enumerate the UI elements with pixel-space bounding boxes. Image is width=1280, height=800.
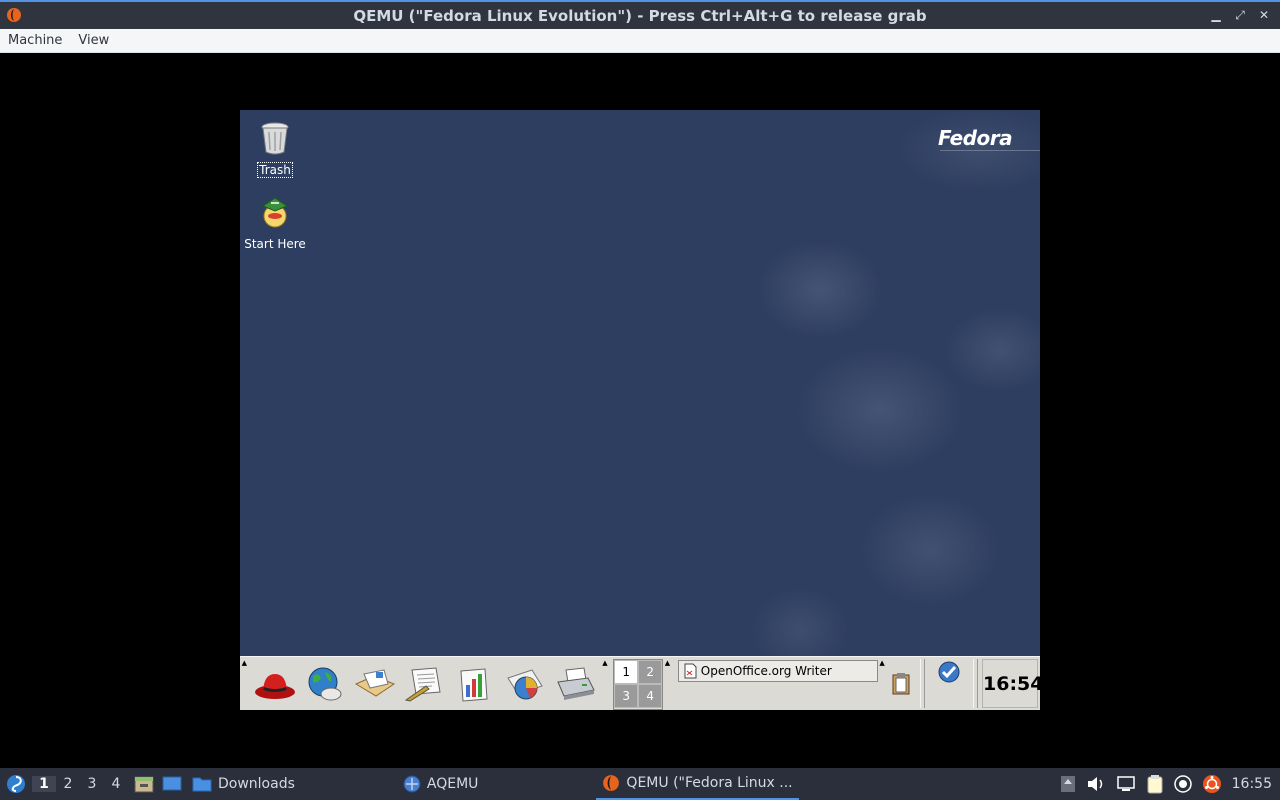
qemu-icon: [603, 775, 620, 791]
clipboard-icon: [892, 672, 910, 694]
workspace-pager: 1 2 3 4: [613, 659, 664, 710]
pager-workspace-4[interactable]: 4: [638, 684, 663, 708]
email-launcher[interactable]: [353, 662, 397, 706]
guest-panel: ▲ ▲ 1 2 3 4 ▲ OpenOffice.org Writer ▲ 16…: [240, 656, 1040, 710]
guest-display[interactable]: Fedora Trash Start Here ▲ ▲ 1 2 3 4 ▲ Op…: [240, 110, 1040, 710]
desktop-icon: [162, 776, 182, 791]
workspace-4[interactable]: 4: [104, 776, 128, 792]
clipboard-tray-icon[interactable]: [1146, 774, 1164, 794]
folder-icon: [192, 777, 212, 792]
host-taskbar: 1 2 3 4 Downloads AQEMU QEMU ("Fedora Li…: [0, 768, 1280, 800]
show-desktop-button[interactable]: [154, 768, 182, 800]
clipboard-applet[interactable]: [886, 657, 915, 710]
desktop-icon-trash[interactable]: Trash: [240, 120, 311, 178]
panel-scroll-arrow-icon[interactable]: ▲: [878, 657, 887, 710]
distro-menu-icon: [7, 775, 25, 793]
record-icon[interactable]: [1173, 775, 1192, 793]
web-browser-launcher[interactable]: [303, 662, 347, 706]
aqemu-icon: [403, 775, 421, 793]
task-label: OpenOffice.org Writer: [700, 664, 832, 678]
task-list: OpenOffice.org Writer: [677, 657, 878, 710]
update-check-icon: [938, 661, 960, 683]
volume-icon[interactable]: [1086, 775, 1106, 793]
guest-desktop[interactable]: Fedora Trash Start Here: [240, 110, 1040, 656]
file-manager-icon: [134, 776, 154, 793]
panel-hide-arrow-icon[interactable]: ▲: [240, 657, 249, 710]
desktop-icon-label: Trash: [257, 162, 293, 178]
menu-machine[interactable]: Machine: [8, 33, 62, 48]
email-icon: [354, 668, 395, 697]
ubuntu-icon[interactable]: [1202, 774, 1222, 794]
taskbar-window-label: Downloads: [218, 776, 295, 792]
web-browser-icon: [308, 667, 342, 700]
taskbar-window-label: AQEMU: [426, 776, 479, 792]
window-titlebar: QEMU ("Fedora Linux Evolution") - Press …: [0, 0, 1280, 29]
writer-icon: [404, 666, 441, 702]
writer-launcher[interactable]: [403, 662, 447, 706]
minimize-button[interactable]: ▁: [1208, 8, 1224, 23]
app-menu-button[interactable]: [0, 768, 32, 800]
calc-icon: [460, 667, 488, 702]
maximize-button[interactable]: ⤢: [1232, 8, 1248, 23]
updates-icon[interactable]: [1060, 775, 1076, 793]
pager-workspace-2[interactable]: 2: [638, 660, 663, 684]
window-title: QEMU ("Fedora Linux Evolution") - Press …: [353, 6, 927, 25]
desktop-icon-label: Start Here: [244, 237, 306, 251]
taskbar-window-aqemu[interactable]: AQEMU: [397, 768, 485, 800]
main-menu-button[interactable]: [253, 662, 297, 706]
system-tray: 16:55: [1060, 768, 1280, 800]
calc-launcher[interactable]: [453, 662, 497, 706]
print-manager-icon: [556, 666, 595, 700]
panel-scroll-arrow-icon[interactable]: ▲: [663, 657, 672, 710]
close-button[interactable]: ✕: [1256, 8, 1272, 23]
writer-doc-icon: [684, 663, 697, 679]
impress-launcher[interactable]: [503, 662, 547, 706]
print-manager-launcher[interactable]: [553, 662, 597, 706]
start-here-icon: [261, 197, 289, 228]
pager-workspace-1[interactable]: 1: [614, 660, 639, 684]
taskbar-window-qemu[interactable]: QEMU ("Fedora Linux ...: [596, 768, 799, 800]
taskbar-window-downloads[interactable]: Downloads: [186, 768, 301, 800]
qemu-icon: [7, 8, 21, 22]
fedora-logo: Fedora: [938, 126, 1040, 151]
workspace-3[interactable]: 3: [80, 776, 104, 792]
files-launcher[interactable]: [128, 768, 154, 800]
taskbar-window-label: QEMU ("Fedora Linux ...: [626, 775, 793, 791]
network-icon[interactable]: [1116, 775, 1136, 793]
impress-icon: [506, 668, 543, 699]
panel-separator: [919, 659, 926, 708]
pager-workspace-3[interactable]: 3: [614, 684, 639, 708]
task-button-writer[interactable]: OpenOffice.org Writer: [677, 660, 878, 682]
update-notifier[interactable]: [929, 657, 969, 710]
desktop-icon-start-here[interactable]: Start Here: [240, 194, 311, 251]
panel-scroll-arrow-icon[interactable]: ▲: [601, 657, 610, 710]
workspace-2[interactable]: 2: [56, 776, 80, 792]
menubar: Machine View: [0, 29, 1280, 53]
workspace-1[interactable]: 1: [32, 776, 56, 792]
menu-view[interactable]: View: [78, 33, 109, 48]
panel-separator: [972, 659, 978, 708]
trash-icon: [261, 122, 289, 155]
guest-clock[interactable]: 16:54: [982, 659, 1040, 708]
host-clock[interactable]: 16:55: [1232, 776, 1272, 792]
main-menu-hat-icon: [254, 673, 295, 699]
